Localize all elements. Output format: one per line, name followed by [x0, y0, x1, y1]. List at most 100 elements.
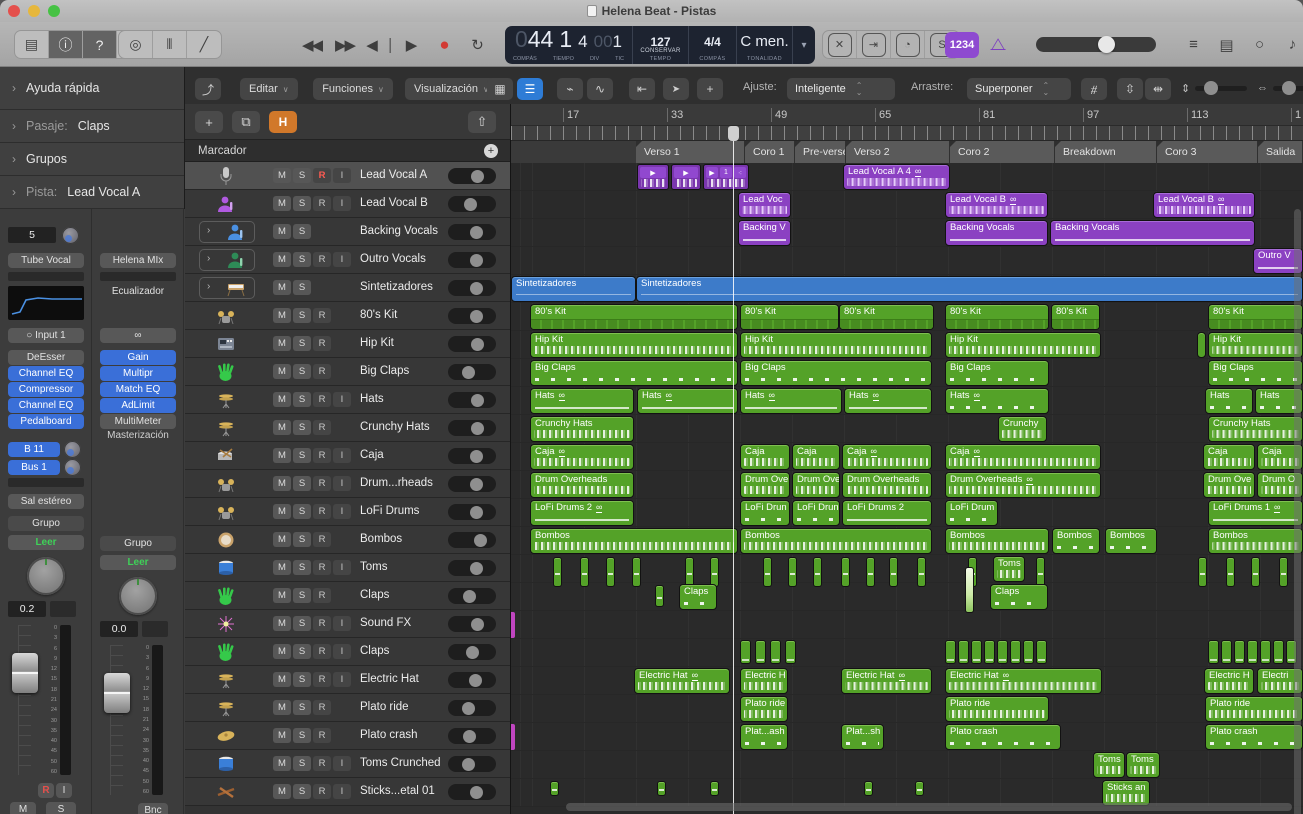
clap-cell-region[interactable] [971, 640, 982, 664]
track-lane-6[interactable]: 80's Kit80's Kit80's Kit80's Kit80's Kit… [511, 303, 1303, 331]
lcd-tempo[interactable]: 127 CONSERVAR TEMPO [633, 26, 689, 64]
plugin-slot-adlimit[interactable]: AdLimit [100, 398, 176, 413]
region-lead-vocal-a-4[interactable]: Lead Vocal A 4∞ [843, 164, 950, 190]
send-slot-bus-1[interactable]: Bus 1 [8, 460, 60, 475]
region-drum-ove[interactable]: Drum Ove [1203, 472, 1255, 498]
add-marker-button[interactable]: + [484, 144, 498, 158]
track-lane-20[interactable]: Plato ridePlato ridePlato ride [511, 695, 1303, 723]
track-lane-14[interactable]: BombosBombosBombosBombosBombosBombos [511, 527, 1303, 555]
clipped-purple-region[interactable] [511, 724, 515, 750]
arrangement-marker-salida[interactable]: Salida [1258, 141, 1303, 163]
region-hats[interactable]: Hats∞ [945, 388, 1049, 414]
track-lane-5[interactable]: SintetizadoresSintetizadores [511, 275, 1303, 303]
track-header-13-lofi-drums[interactable]: MSRILoFi Drums [185, 498, 510, 526]
solo-button[interactable]: S [293, 280, 311, 295]
small-region[interactable] [915, 781, 924, 796]
menu-funciones[interactable]: Funciones∨ [313, 78, 393, 100]
rewind-button[interactable]: ◀◀ [295, 36, 328, 54]
record-enable-button[interactable]: R [313, 392, 331, 407]
mixer-icon[interactable]: ⫴ [153, 31, 187, 58]
solo-button[interactable]: S [293, 196, 311, 211]
region-hip-kit[interactable]: Hip Kit [1208, 332, 1303, 358]
track-header-11-caja[interactable]: MSRICaja [185, 442, 510, 470]
solo-button[interactable]: S [293, 728, 311, 743]
media-browser-icon[interactable]: ♪ [1277, 36, 1303, 53]
solo-button[interactable]: S [293, 504, 311, 519]
mute-button[interactable]: M [273, 756, 291, 771]
input-monitor-button[interactable]: I [333, 448, 351, 463]
region-plat-ash[interactable]: Plat...ash [740, 724, 788, 750]
mute-button[interactable]: M [273, 672, 291, 687]
region-lofi-drums-2[interactable]: LoFi Drums 2∞ [530, 500, 634, 526]
hierarchy-up-button[interactable]: ⤴ [195, 78, 221, 100]
track-volume-slider[interactable] [448, 728, 496, 744]
library-icon[interactable]: ▤ [15, 31, 49, 58]
volume-fader[interactable]: 03691215182124303540455060 [12, 625, 88, 775]
region-toms[interactable]: Toms [1126, 752, 1160, 778]
punch-icon[interactable]: ⇥ [857, 31, 891, 58]
region-big-claps[interactable]: Big Claps [740, 360, 932, 386]
sidebar-section-grupos[interactable]: ›Grupos [0, 143, 184, 176]
record-enable-button[interactable]: R [313, 728, 331, 743]
region-plato-ride[interactable]: Plato ride [945, 696, 1049, 722]
track-volume-slider[interactable] [448, 392, 496, 408]
pan-knob[interactable] [119, 577, 157, 615]
sidebar-section-ayuda-r-pida[interactable]: ›Ayuda rápida [0, 67, 184, 110]
track-lane-21[interactable]: Plat...ashPlat...shPlato crashPlato cras… [511, 723, 1303, 751]
vertical-zoom-button[interactable]: ⇳ [1117, 78, 1143, 100]
playhead-handle[interactable] [728, 126, 739, 141]
track-header-10-crunchy-hats[interactable]: MSRCrunchy Hats [185, 414, 510, 442]
catch-playhead-icon[interactable]: ⇤ [629, 78, 655, 100]
record-enable-button[interactable]: R [313, 476, 331, 491]
bar-ruler[interactable]: 1733496581971131 [511, 104, 1303, 126]
cell-play-icon[interactable]: 1 [720, 167, 732, 178]
mute-button[interactable]: M [273, 504, 291, 519]
track-volume-slider[interactable] [448, 784, 496, 800]
waveform-zoom-button[interactable]: ⧣ [1081, 78, 1107, 100]
record-enable-button[interactable]: R [313, 700, 331, 715]
region-80-s-kit[interactable]: 80's Kit [839, 304, 934, 330]
region-electric-hat[interactable]: Electric Hat∞ [945, 668, 1102, 694]
cell-play-icon[interactable]: ⁖ [734, 167, 746, 178]
region-lead-vocal-b[interactable]: Lead Vocal B∞ [1153, 192, 1255, 218]
mute-button[interactable]: M [273, 280, 291, 295]
pan-knob[interactable] [27, 557, 65, 595]
record-enable-button[interactable]: R [313, 504, 331, 519]
arrangement-marker-pre-verse[interactable]: Pre-verse [795, 141, 846, 163]
lcd-position[interactable]: 044 1 4 001 COMPÁSTIEMPODIVTIC [505, 26, 633, 64]
track-volume-slider[interactable] [448, 196, 496, 212]
region-bombos[interactable]: Bombos [1105, 528, 1157, 554]
clap-cell-region[interactable] [1234, 640, 1245, 664]
record-button[interactable]: ● [427, 35, 460, 55]
region-backing-vocals[interactable]: Backing Vocals [1050, 220, 1255, 246]
region-crunchy-hats[interactable]: Crunchy Hats [530, 416, 634, 442]
arrangement-marker-verso-2[interactable]: Verso 2 [846, 141, 950, 163]
vertical-zoom-slider[interactable] [1195, 86, 1247, 91]
setting-button[interactable]: Tube Vocal [8, 253, 84, 268]
secondary-tool-button[interactable]: + [697, 78, 723, 100]
region-drum-overheads[interactable]: Drum Overheads∞ [945, 472, 1101, 498]
region-sintetizadores[interactable]: Sintetizadores [636, 276, 1303, 302]
record-enable-button[interactable]: R [38, 783, 54, 798]
ruler-ticks[interactable] [511, 126, 1303, 141]
region-plat-sh[interactable]: Plat...sh [841, 724, 884, 750]
track-header-7-hip-kit[interactable]: MSRHip Kit [185, 330, 510, 358]
small-region[interactable] [864, 781, 873, 796]
track-header-20-plato-ride[interactable]: MSRPlato ride [185, 694, 510, 722]
small-region[interactable] [710, 781, 719, 796]
solo-button[interactable]: S [293, 336, 311, 351]
record-enable-button[interactable]: R [313, 532, 331, 547]
solo-button[interactable]: S [46, 802, 76, 814]
region-80-s-kit[interactable]: 80's Kit [945, 304, 1049, 330]
region-toms[interactable]: Toms [1093, 752, 1125, 778]
mute-button[interactable]: M [273, 700, 291, 715]
track-lane-13[interactable]: LoFi Drums 2∞LoFi DrunLoFi DrunLoFi Drum… [511, 499, 1303, 527]
arrangement-marker-coro-1[interactable]: Coro 1 [745, 141, 795, 163]
mute-button[interactable]: M [273, 224, 291, 239]
region-drum-overheads[interactable]: Drum Overheads [530, 472, 634, 498]
vertical-scrollbar[interactable] [1294, 209, 1301, 814]
clap-cell-region[interactable] [1036, 640, 1047, 664]
solo-button[interactable]: S [293, 168, 311, 183]
solo-button[interactable]: S [293, 616, 311, 631]
track-lane-1[interactable]: Lead Vocal A 4∞▶▶▶1⁖ [511, 163, 1303, 191]
